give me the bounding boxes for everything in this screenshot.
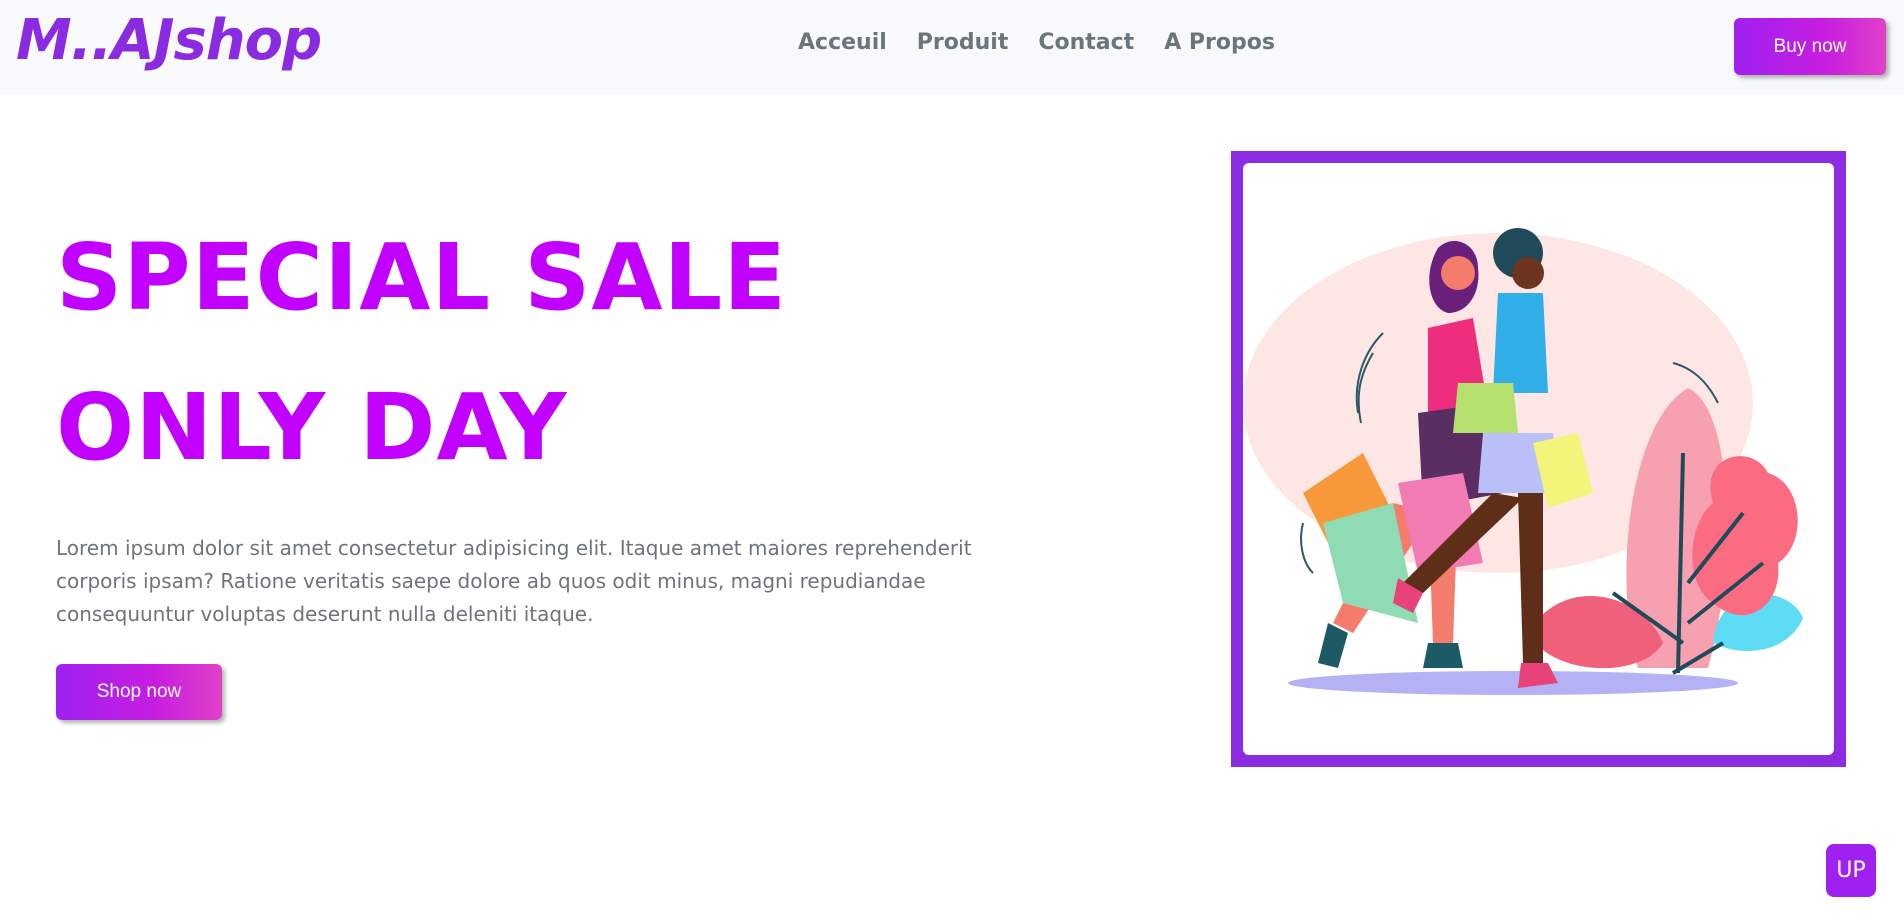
scroll-to-top-button[interactable]: UP xyxy=(1826,844,1876,897)
navbar: M..AJshop Acceuil Produit Contact A Prop… xyxy=(0,0,1904,94)
nav-link-produit[interactable]: Produit xyxy=(917,30,1009,55)
nav-link-contact[interactable]: Contact xyxy=(1038,30,1134,55)
nav-link-acceuil[interactable]: Acceuil xyxy=(798,30,887,55)
hero-description: Lorem ipsum dolor sit amet consectetur a… xyxy=(56,536,972,626)
hero-title-line-2: ONLY DAY xyxy=(56,374,568,481)
buy-now-button[interactable]: Buy now xyxy=(1734,18,1886,75)
nav-link-a-propos[interactable]: A Propos xyxy=(1164,30,1275,55)
brand-logo[interactable]: M..AJshop xyxy=(16,8,322,73)
hero-title-line-1: SPECIAL SALE xyxy=(56,224,788,331)
shop-now-button[interactable]: Shop now xyxy=(56,664,222,720)
nav-links: Acceuil Produit Contact A Propos xyxy=(798,30,1275,55)
shopping-women-illustration xyxy=(1243,228,1803,695)
hero-image-frame xyxy=(1231,151,1846,767)
hero-image xyxy=(1243,163,1834,755)
